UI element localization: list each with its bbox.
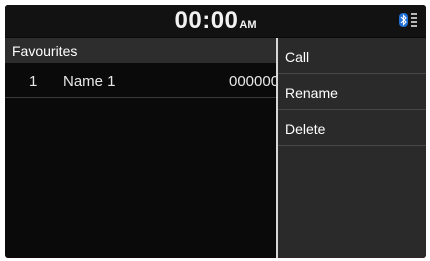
signal-icon xyxy=(411,13,417,27)
menu-item-call[interactable]: Call xyxy=(278,38,426,74)
status-bar: 00:00AM xyxy=(5,5,426,37)
favourites-title: Favourites xyxy=(12,43,78,59)
menu-item-rename[interactable]: Rename xyxy=(278,74,426,110)
list-item[interactable]: 1 Name 1 000000 xyxy=(5,65,276,98)
list-item-name: Name 1 xyxy=(63,73,116,90)
clock-ampm: AM xyxy=(239,19,257,31)
head-unit-screen: 00:00AM Favourites 1 Name 1 000000 Call … xyxy=(5,5,426,258)
clock-time: 00:00 xyxy=(174,7,239,34)
menu-item-label: Call xyxy=(285,49,310,65)
menu-item-delete[interactable]: Delete xyxy=(278,110,426,146)
context-menu: Call Rename Delete xyxy=(276,38,426,258)
menu-item-label: Rename xyxy=(285,85,338,101)
list-item-index: 1 xyxy=(29,73,38,90)
list-item-number: 000000 xyxy=(229,73,276,90)
clock: 00:00AM xyxy=(5,7,426,35)
menu-item-label: Delete xyxy=(285,121,326,137)
bluetooth-icon xyxy=(399,13,408,27)
favourites-header: Favourites xyxy=(5,38,276,63)
